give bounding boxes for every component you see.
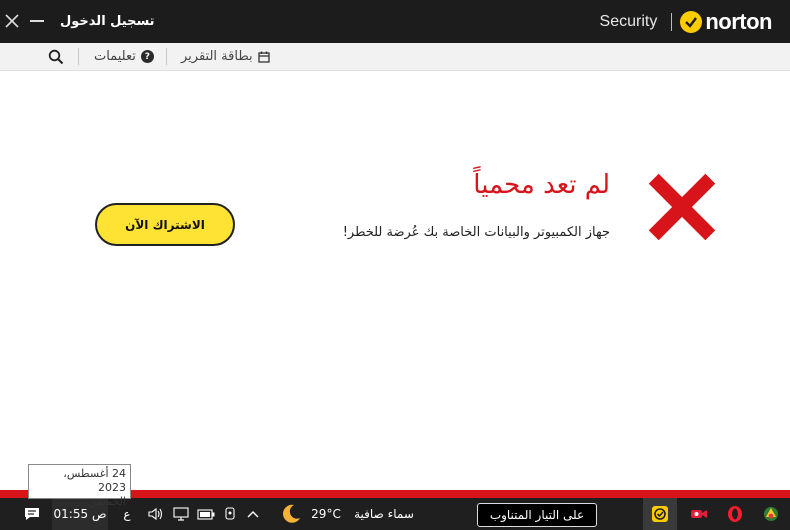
subscribe-now-button[interactable]: الاشتراك الآن — [95, 203, 235, 246]
app-logo-icon[interactable] — [758, 498, 784, 530]
status-panel: لم تعد محمياً جهاز الكمبيوتر والبيانات ا… — [0, 72, 790, 490]
battery-icon[interactable] — [195, 498, 217, 530]
volume-icon[interactable] — [146, 498, 166, 530]
norton-check-icon — [680, 11, 703, 33]
product-name: Security — [599, 13, 658, 30]
weather-status[interactable]: سماء صافية — [347, 498, 421, 530]
brand-divider — [671, 13, 673, 31]
sign-in-link[interactable]: تسجيل الدخول — [60, 14, 155, 29]
tooltip-day: الخميس — [88, 495, 126, 508]
help-label: تعليمات — [94, 49, 136, 64]
date-tooltip: 24 أغسطس، 2023 الخميس — [28, 464, 131, 508]
report-card-label: بطاقة التقرير — [181, 49, 253, 64]
help-link[interactable]: تعليمات ? — [94, 49, 154, 64]
temperature[interactable]: 29°C — [308, 498, 344, 530]
norton-logo-text: norton — [705, 9, 772, 34]
video-camera-icon[interactable] — [686, 498, 712, 530]
help-icon: ? — [140, 50, 154, 63]
norton-taskbar-icon[interactable] — [643, 498, 677, 530]
close-icon[interactable] — [4, 12, 20, 30]
opera-icon[interactable] — [722, 498, 748, 530]
toolbar-divider — [78, 48, 79, 65]
unprotected-x-icon — [648, 173, 716, 241]
calendar-icon — [257, 51, 270, 63]
camera-privacy-icon[interactable] — [221, 498, 239, 530]
toolbar-divider — [166, 48, 167, 65]
status-headline: لم تعد محمياً — [473, 170, 610, 200]
minimize-icon[interactable] — [30, 20, 44, 22]
report-card-link[interactable]: بطاقة التقرير — [181, 49, 270, 64]
chevron-up-icon[interactable] — [244, 498, 262, 530]
title-bar: تسجيل الدخول Security norton — [0, 0, 790, 43]
search-icon[interactable] — [48, 49, 64, 65]
norton-brand: Security norton — [599, 9, 773, 35]
status-description: جهاز الكمبيوتر والبيانات الخاصة بك عُرضة… — [342, 225, 610, 240]
toolbar: تعليمات ? بطاقة التقرير — [0, 43, 790, 71]
tooltip-date: 24 أغسطس، 2023 — [63, 467, 126, 494]
moon-icon — [277, 498, 305, 530]
network-icon[interactable] — [171, 498, 191, 530]
ac-power-button[interactable]: على التيار المتناوب — [477, 503, 597, 527]
